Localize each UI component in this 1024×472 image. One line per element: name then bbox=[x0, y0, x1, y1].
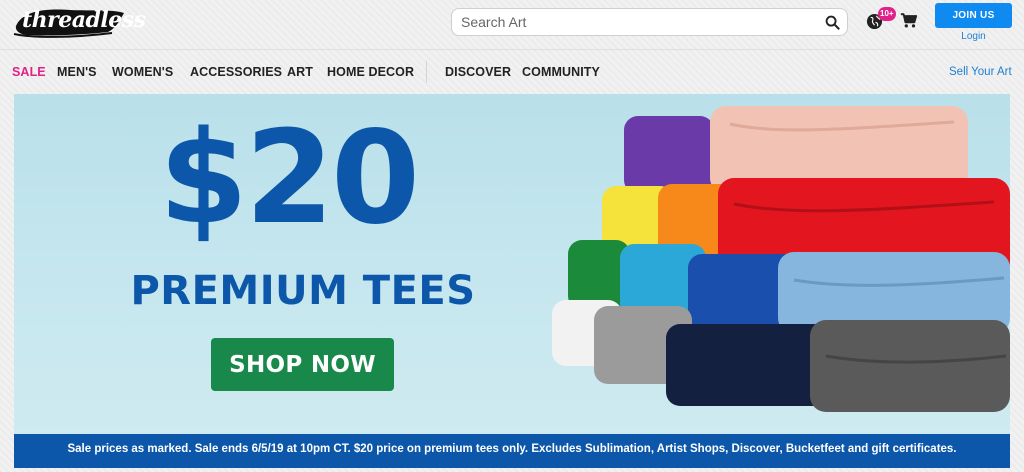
cart-icon[interactable] bbox=[900, 12, 918, 29]
nav-item-sale[interactable]: SALE bbox=[12, 65, 46, 79]
nav-item-accessories[interactable]: ACCESSORIES bbox=[190, 65, 282, 79]
search-icon[interactable] bbox=[825, 15, 840, 30]
nav-item-discover[interactable]: DISCOVER bbox=[445, 65, 511, 79]
top-bar: threadless 10+ JOIN US Login bbox=[0, 0, 1024, 50]
main-nav: SALE MEN'S WOMEN'S ACCESSORIES ART HOME … bbox=[0, 50, 1024, 94]
sale-disclaimer-text: Sale prices as marked. Sale ends 6/5/19 … bbox=[67, 443, 957, 455]
hero-price: $20 bbox=[158, 104, 420, 253]
sell-your-art-link[interactable]: Sell Your Art bbox=[949, 66, 1012, 78]
search-bar bbox=[451, 8, 848, 36]
shop-now-button[interactable]: SHOP NOW bbox=[211, 338, 394, 391]
hero-headline: PREMIUM TEES bbox=[130, 268, 476, 314]
threadless-logo[interactable]: threadless bbox=[12, 4, 146, 40]
charcoal-tee bbox=[810, 320, 1010, 412]
search-input[interactable] bbox=[461, 12, 811, 32]
join-us-button[interactable]: JOIN US bbox=[935, 3, 1012, 28]
hero-banner[interactable]: $20 PREMIUM TEES SHOP NOW bbox=[14, 94, 1010, 434]
logo-text: threadless bbox=[22, 7, 146, 33]
sale-disclaimer-bar: Sale prices as marked. Sale ends 6/5/19 … bbox=[14, 434, 1010, 468]
notification-badge[interactable]: 10+ bbox=[878, 7, 896, 21]
nav-item-community[interactable]: COMMUNITY bbox=[522, 65, 600, 79]
nav-item-home-decor[interactable]: HOME DECOR bbox=[327, 65, 414, 79]
login-link[interactable]: Login bbox=[935, 31, 1012, 42]
folded-tees-image bbox=[552, 106, 1010, 412]
nav-item-mens[interactable]: MEN'S bbox=[57, 65, 97, 79]
nav-item-womens[interactable]: WOMEN'S bbox=[112, 65, 173, 79]
nav-divider bbox=[426, 61, 427, 83]
nav-item-art[interactable]: ART bbox=[287, 65, 313, 79]
purple-tee bbox=[624, 116, 714, 194]
navy-tee bbox=[666, 324, 832, 406]
